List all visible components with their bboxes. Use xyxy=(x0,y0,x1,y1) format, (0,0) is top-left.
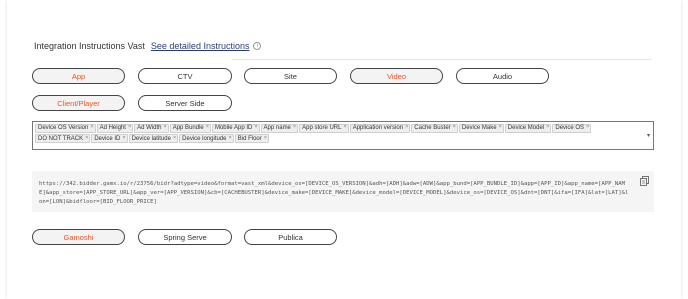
macro-tag-list: Device OS Version × Ad Height × Ad Width × App… xyxy=(35,123,640,144)
macro-tag-label: Application version xyxy=(352,125,404,131)
format-pill-label: Site xyxy=(284,71,297,81)
macro-tag: Device Make × xyxy=(458,123,504,133)
chevron-down-icon[interactable]: ▾ xyxy=(647,132,650,139)
macro-tag: Device longitude × xyxy=(179,134,234,143)
macro-tag-label: App store URL xyxy=(302,125,342,131)
remove-tag-icon[interactable]: × xyxy=(122,135,125,142)
macro-tag-label: DO NOT TRACK xyxy=(38,135,84,142)
remove-tag-icon[interactable]: × xyxy=(453,125,456,131)
format-pill-label: Video xyxy=(386,71,407,81)
remove-tag-icon[interactable]: × xyxy=(405,125,408,131)
format-pill-audio[interactable]: Audio xyxy=(456,68,549,84)
remove-tag-icon[interactable]: × xyxy=(254,125,257,131)
macro-tag: Ad Height × xyxy=(96,123,134,133)
partner-pill-label: Gamoshi xyxy=(63,232,94,242)
remove-tag-icon[interactable]: × xyxy=(206,125,209,131)
format-pill-ctv[interactable]: CTV xyxy=(138,68,232,84)
format-pill-label: Audio xyxy=(492,71,513,81)
macro-tag: Mobile App ID × xyxy=(211,123,260,133)
copy-icon[interactable] xyxy=(640,176,649,186)
macro-tag: App name × xyxy=(260,123,299,133)
macro-tag-label: Ad Width xyxy=(137,125,162,131)
integration-pill-label: Server Side xyxy=(165,98,205,108)
remove-tag-icon[interactable]: × xyxy=(90,125,93,131)
integration-url-box: https://342.bidder.gamx.io/r/23756/bidr?… xyxy=(32,171,654,212)
remove-tag-icon[interactable]: × xyxy=(293,125,296,131)
remove-tag-icon[interactable]: × xyxy=(173,135,176,142)
macro-tag: App Bundle × xyxy=(169,123,211,133)
partner-pill-gamoshi[interactable]: Gamoshi xyxy=(32,229,125,245)
format-pill-site[interactable]: Site xyxy=(244,68,337,84)
remove-tag-icon[interactable]: × xyxy=(264,135,267,142)
macro-multiselect[interactable]: Device OS Version × Ad Height × Ad Width × App… xyxy=(32,121,654,150)
macro-tag: Device OS Version × xyxy=(35,123,96,133)
remove-tag-icon[interactable]: × xyxy=(546,125,549,131)
macro-tag-label: Device ID xyxy=(94,135,121,142)
macro-tag-label: Mobile App ID xyxy=(214,125,253,131)
format-pill-app[interactable]: App xyxy=(32,68,125,84)
header-divider xyxy=(232,59,652,60)
macro-tag: Device OS × xyxy=(552,123,592,133)
info-icon[interactable]: i xyxy=(253,42,262,50)
format-pill-video[interactable]: Video xyxy=(350,68,443,84)
macro-tag: Device Model × xyxy=(504,123,552,133)
integration-pill-server-side[interactable]: Server Side xyxy=(138,95,232,111)
macro-tag-label: Ad Height xyxy=(99,125,126,131)
macro-tag: Cache Buster × xyxy=(411,123,458,133)
partner-pill-label: Publica xyxy=(278,232,303,242)
macro-tag: Device ID × xyxy=(91,134,128,143)
remove-tag-icon[interactable]: × xyxy=(499,125,502,131)
partner-pill-publica[interactable]: Publica xyxy=(244,229,337,245)
macro-tag: Ad Width × xyxy=(134,123,169,133)
integration-url[interactable]: https://342.bidder.gamx.io/r/23756/bidr?… xyxy=(39,180,631,208)
remove-tag-icon[interactable]: × xyxy=(586,125,589,131)
macro-tag: Bid Floor × xyxy=(234,134,269,143)
partner-pill-spring-serve[interactable]: Spring Serve xyxy=(138,229,232,245)
macro-tag-label: Device OS xyxy=(555,125,585,131)
macro-tag-label: Device Make xyxy=(461,125,497,131)
macro-tag-label: Device Model xyxy=(507,125,545,131)
macro-tag: App store URL × xyxy=(299,123,349,133)
remove-tag-icon[interactable]: × xyxy=(343,125,346,131)
remove-tag-icon[interactable]: × xyxy=(164,125,167,131)
macro-tag: DO NOT TRACK × xyxy=(35,134,91,143)
remove-tag-icon[interactable]: × xyxy=(128,125,131,131)
macro-tag-label: App Bundle xyxy=(172,125,204,131)
format-pill-label: App xyxy=(71,71,86,81)
macro-tag-label: Bid Floor xyxy=(237,135,262,142)
remove-tag-icon[interactable]: × xyxy=(229,135,232,142)
partner-pill-label: Spring Serve xyxy=(163,232,207,242)
macro-tag: Device latitude × xyxy=(128,134,179,143)
integration-pill-client-player[interactable]: Client/Player xyxy=(32,95,125,111)
detailed-instructions-link[interactable]: See detailed Instructions xyxy=(151,41,250,51)
integration-header: Integration Instructions Vast See detail… xyxy=(34,41,262,51)
format-pill-label: CTV xyxy=(177,71,193,81)
macro-tag-label: Device OS Version xyxy=(38,125,89,131)
macro-tag-label: Cache Buster xyxy=(414,125,451,131)
macro-tag-label: Device longitude xyxy=(182,135,227,142)
integration-pill-label: Client/Player xyxy=(57,98,100,108)
integration-title: Integration Instructions Vast xyxy=(34,41,145,51)
remove-tag-icon[interactable]: × xyxy=(85,135,88,142)
macro-tag-label: App name xyxy=(263,125,291,131)
macro-tag: Application version × xyxy=(349,123,411,133)
macro-tag-label: Device latitude xyxy=(131,135,171,142)
